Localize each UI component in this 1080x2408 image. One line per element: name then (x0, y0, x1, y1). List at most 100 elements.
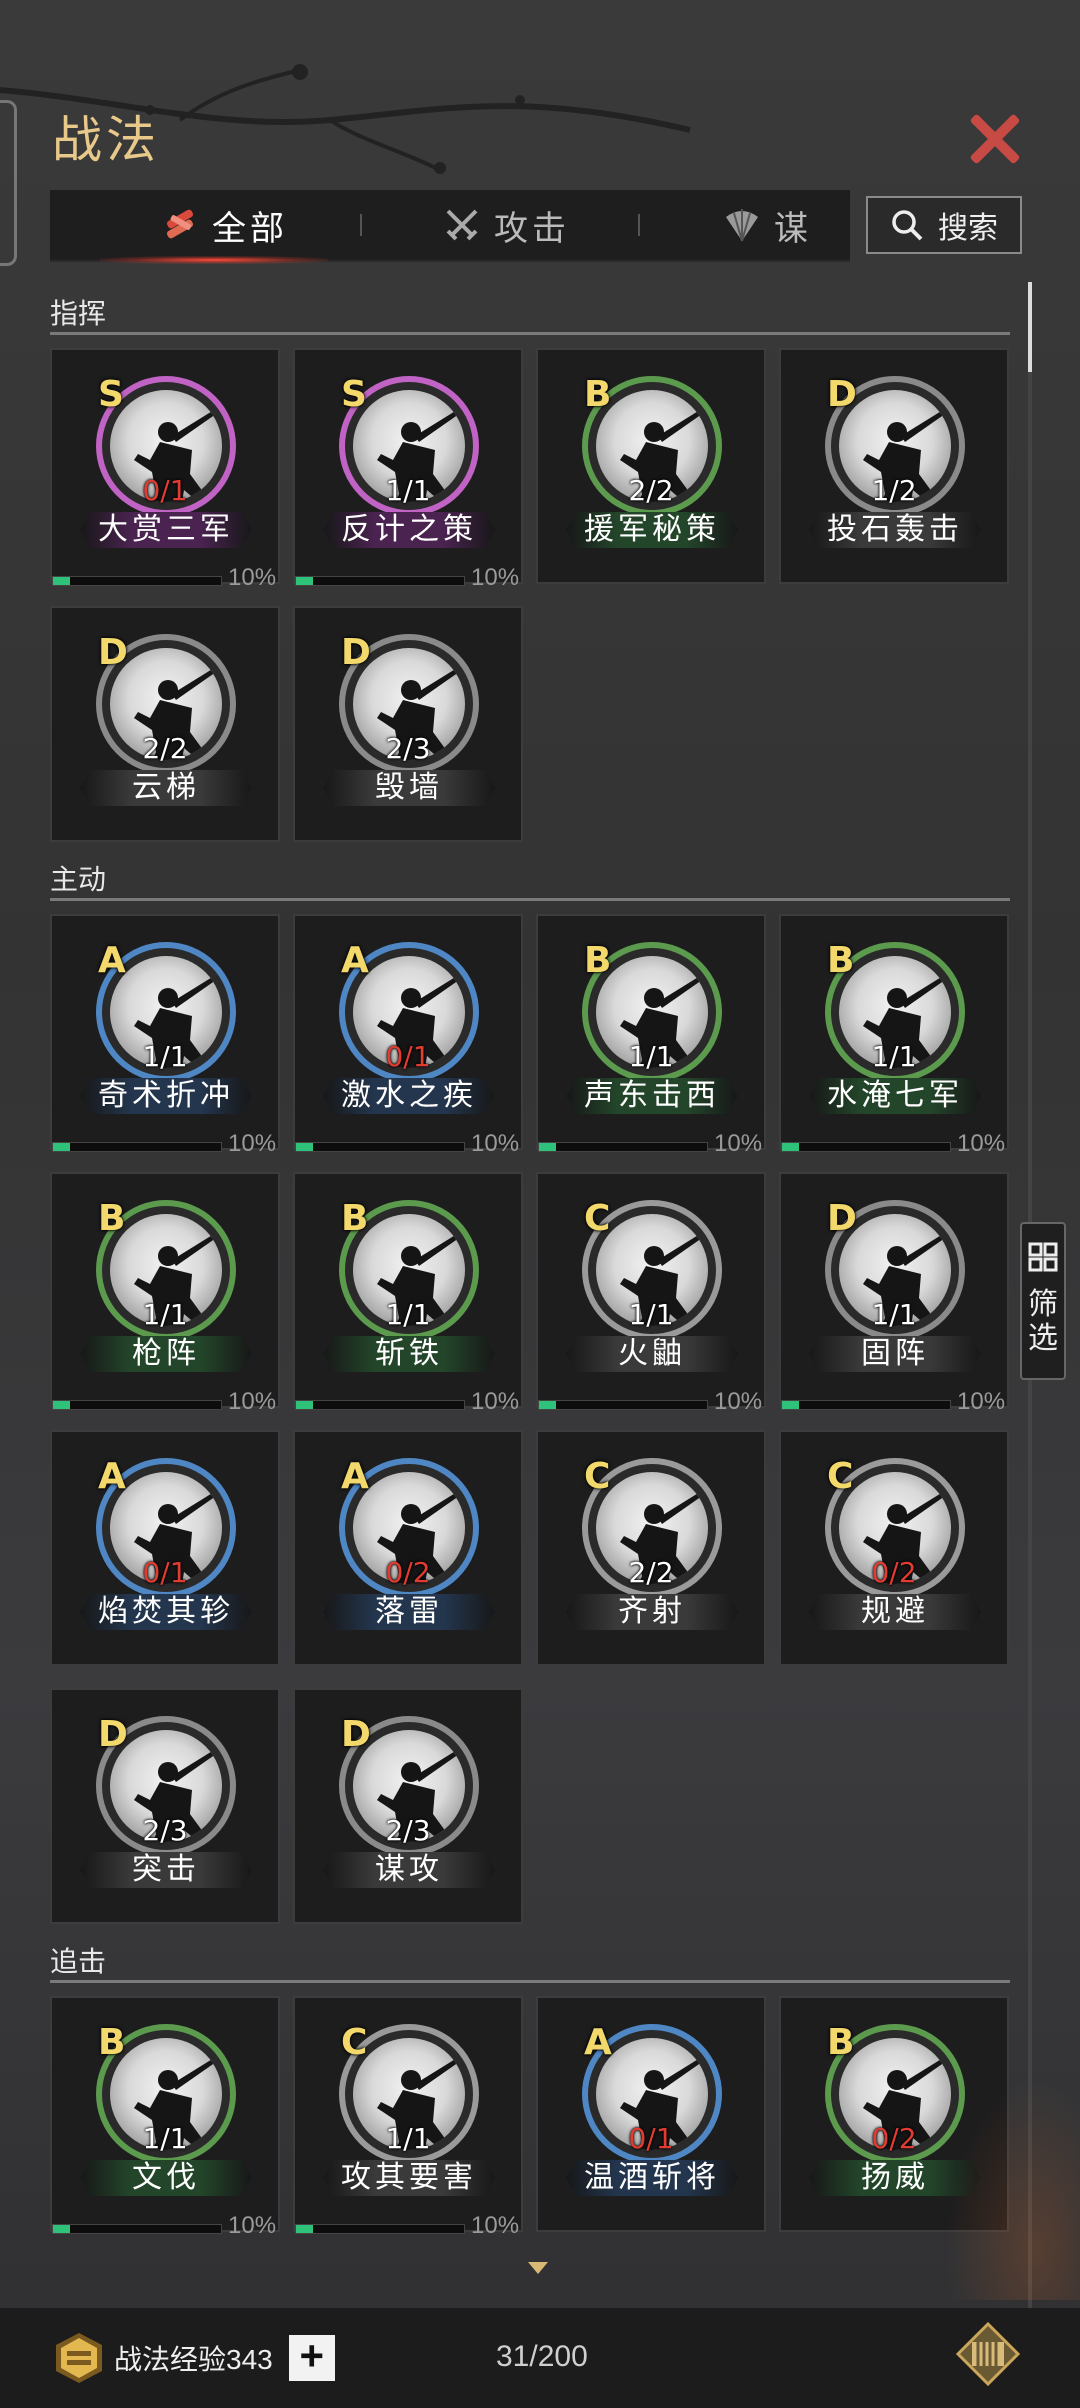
filter-button[interactable]: 筛选 (1020, 1222, 1066, 1380)
tactic-card[interactable]: A 1/1 奇术折冲 10% (50, 914, 280, 1157)
tactic-count: 1/1 (628, 1298, 674, 1331)
tactic-card[interactable]: B 1/1 声东击西 10% (536, 914, 766, 1157)
section-divider (50, 332, 1010, 335)
tactic-count: 2/3 (385, 1814, 431, 1847)
tactic-count: 0/2 (385, 1556, 431, 1589)
tab-all[interactable]: 全部 (100, 190, 328, 264)
tactic-card[interactable]: B 1/1 水淹七军 10% (779, 914, 1009, 1157)
tactic-card[interactable]: B 1/1 文伐 10% (50, 1996, 280, 2239)
tactic-card[interactable]: D 2/3 谋攻 (293, 1688, 523, 1924)
section-divider (50, 898, 1010, 901)
tactic-progress-bar (538, 1142, 708, 1152)
scroll-storage-icon[interactable] (956, 2322, 1020, 2386)
tactic-card[interactable]: C 1/1 火鼬 10% (536, 1172, 766, 1415)
tactic-grade: A (584, 2022, 612, 2063)
page-title: 战法 (52, 111, 160, 169)
tactic-count: 0/1 (142, 1556, 188, 1589)
section-title: 指挥 (50, 298, 107, 329)
tactic-card[interactable]: C 0/2 规避 (779, 1430, 1009, 1666)
tactic-card[interactable]: D 2/2 云梯 (50, 606, 280, 842)
tactic-name: 奇术折冲 (80, 1078, 252, 1114)
tactic-card[interactable]: B 1/1 斩铁 10% (293, 1172, 523, 1415)
tactic-progress-percent: 10% (957, 1130, 1006, 1157)
progress-fill (53, 577, 70, 585)
tactic-exp-display: 战法经验343 + (52, 2328, 335, 2388)
scroll-bundle-icon (166, 209, 194, 239)
tactic-name: 谋攻 (323, 1852, 495, 1888)
tactic-count: 1/1 (385, 2122, 431, 2155)
tactic-name: 毁墙 (323, 770, 495, 806)
tactic-name: 规避 (809, 1594, 981, 1630)
scrollbar-thumb[interactable] (1028, 282, 1032, 372)
tactic-count: 1/1 (628, 1040, 674, 1073)
tactic-card[interactable]: D 1/2 投石轰击 (779, 348, 1009, 584)
tactic-progress-bar (52, 1400, 222, 1410)
progress-fill (296, 2225, 313, 2233)
tactic-name: 固阵 (809, 1336, 981, 1372)
add-exp-button[interactable]: + (288, 2335, 335, 2381)
progress-fill (296, 1401, 313, 1409)
tactic-progress-bar (52, 576, 222, 586)
tactic-card[interactable]: S 1/1 反计之策 10% (293, 348, 523, 591)
tactic-name: 斩铁 (323, 1336, 495, 1372)
section-title: 主动 (50, 864, 107, 895)
tactic-name: 攻其要害 (323, 2160, 495, 2196)
tactic-progress-percent: 10% (714, 1388, 763, 1415)
tactic-card[interactable]: C 2/2 齐射 (536, 1430, 766, 1666)
active-tab-glow (100, 256, 328, 264)
tactic-card[interactable]: B 2/2 援军秘策 (536, 348, 766, 584)
tab-divider (360, 214, 362, 236)
tactic-count: 2/2 (628, 1556, 674, 1589)
tactic-grade: B (584, 374, 612, 415)
tactic-card[interactable]: S 0/1 大赏三军 10% (50, 348, 280, 591)
side-frame-decoration (0, 100, 17, 266)
tactic-card[interactable]: D 2/3 毁墙 (293, 606, 523, 842)
tactic-card[interactable]: D 2/3 突击 (50, 1688, 280, 1924)
tactic-progress-bar (295, 2224, 465, 2234)
fan-icon (726, 209, 758, 242)
tactic-progress-bar (781, 1400, 951, 1410)
tactic-grade: A (341, 1456, 369, 1497)
tactic-progress-bar (538, 1400, 708, 1410)
tab-attack[interactable]: 攻击 (442, 190, 570, 260)
tactic-grade: C (584, 1456, 611, 1497)
tab-divider (638, 214, 640, 236)
tactic-name: 云梯 (80, 770, 252, 806)
tactic-name: 水淹七军 (809, 1078, 981, 1114)
tab-bar: 全部 攻击 谋 (50, 190, 888, 264)
progress-fill (782, 1401, 799, 1409)
tactic-progress-percent: 10% (714, 1130, 763, 1157)
search-button[interactable]: 搜索 (866, 196, 1022, 254)
tactic-card[interactable]: D 1/1 固阵 10% (779, 1172, 1009, 1415)
tactic-capacity: 31/200 (496, 2340, 588, 2373)
close-icon[interactable] (960, 104, 1030, 174)
tactic-count: 0/2 (871, 1556, 917, 1589)
tactic-name: 落雷 (323, 1594, 495, 1630)
tactic-grade: C (584, 1198, 611, 1239)
grid-icon (1028, 1242, 1058, 1272)
tactic-card[interactable]: B 1/1 枪阵 10% (50, 1172, 280, 1415)
tactic-name: 激水之疾 (323, 1078, 495, 1114)
tactic-progress-bar (781, 1142, 951, 1152)
tactic-card[interactable]: A 0/1 焰焚其轸 (50, 1430, 280, 1666)
tactic-progress-bar (295, 1400, 465, 1410)
section-title: 追击 (50, 1946, 107, 1977)
tactic-grade: D (827, 374, 857, 415)
tab-strategy[interactable]: 谋 (722, 190, 812, 260)
tactic-grade: D (98, 1714, 128, 1755)
tactic-progress-percent: 10% (228, 1130, 277, 1157)
tactic-progress-bar (52, 1142, 222, 1152)
tactic-grade: B (341, 1198, 369, 1239)
tactic-card[interactable]: A 0/1 温酒斩将 (536, 1996, 766, 2232)
tactic-card[interactable]: A 0/1 激水之疾 10% (293, 914, 523, 1157)
tactic-grade: A (98, 940, 126, 981)
tactic-name: 大赏三军 (80, 512, 252, 548)
tactic-progress-percent: 10% (228, 2212, 277, 2239)
tactic-grade: B (98, 1198, 126, 1239)
tactic-card[interactable]: C 1/1 攻其要害 10% (293, 1996, 523, 2239)
tactic-grade: A (341, 940, 369, 981)
tactic-progress-percent: 10% (228, 564, 277, 591)
tactic-count: 1/1 (871, 1298, 917, 1331)
tactic-name: 文伐 (80, 2160, 252, 2196)
tactic-card[interactable]: A 0/2 落雷 (293, 1430, 523, 1666)
